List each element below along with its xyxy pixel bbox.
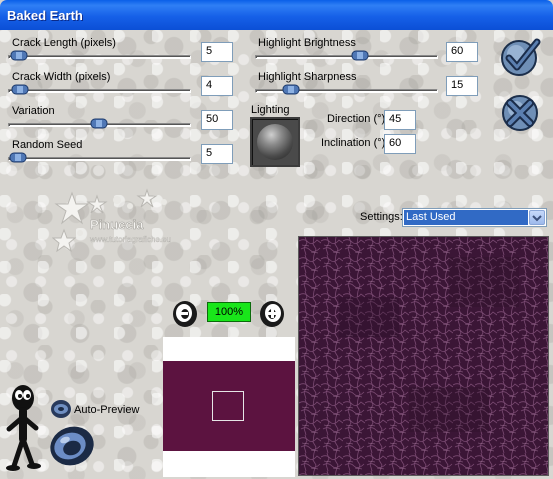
settings-selected-value: Last Used (404, 210, 528, 225)
lighting-sphere[interactable] (257, 124, 293, 160)
random-seed-label: Random Seed (12, 139, 83, 151)
eye-icon[interactable] (48, 424, 96, 468)
random-seed-thumb[interactable] (9, 152, 27, 163)
crack-width-thumb[interactable] (11, 84, 29, 95)
result-preview[interactable] (298, 236, 549, 476)
variation-thumb[interactable] (90, 118, 108, 129)
navigator-viewport[interactable] (212, 391, 244, 421)
crack-width-label: Crack Width (pixels) (12, 71, 111, 83)
help-figure-icon[interactable] (4, 384, 42, 472)
highlight-brightness-slider[interactable] (255, 55, 438, 59)
chevron-down-icon (532, 215, 542, 222)
title-bar: Baked Earth (0, 0, 553, 30)
crack-length-input[interactable]: 5 (201, 42, 233, 62)
watermark-logo: Pinuccia www.tutoriagrafiche.eu (52, 188, 171, 253)
zoom-level: 100% (207, 302, 251, 322)
crack-width-input[interactable]: 4 (201, 76, 233, 96)
crack-length-thumb[interactable] (10, 50, 28, 61)
crack-length-slider[interactable] (8, 55, 191, 59)
checkmark-icon[interactable] (499, 36, 541, 78)
crack-length-label: Crack Length (pixels) (12, 37, 116, 49)
lighting-label: Lighting (251, 104, 290, 116)
window-title: Baked Earth (7, 8, 83, 23)
inclination-label: Inclination (°) (321, 137, 386, 149)
navigator-preview[interactable] (163, 337, 295, 477)
highlight-brightness-input[interactable]: 60 (446, 42, 478, 62)
direction-label: Direction (°) (327, 113, 386, 125)
settings-dropdown[interactable]: Last Used (402, 208, 547, 227)
crack-width-slider[interactable] (8, 89, 191, 93)
crackle-texture (299, 237, 548, 475)
settings-dropdown-button[interactable] (529, 210, 545, 225)
zoom-in-icon[interactable] (258, 299, 286, 329)
auto-preview-label: Auto-Preview (74, 404, 140, 416)
watermark-subtext: www.tutoriagrafiche.eu (89, 235, 171, 244)
highlight-sharpness-input[interactable]: 15 (446, 76, 478, 96)
variation-label: Variation (12, 105, 55, 117)
variation-input[interactable]: 50 (201, 110, 233, 130)
highlight-brightness-label: Highlight Brightness (258, 37, 356, 49)
direction-input[interactable]: 45 (384, 110, 416, 130)
lighting-preview[interactable] (250, 117, 300, 167)
highlight-sharpness-thumb[interactable] (282, 84, 300, 95)
auto-preview-toggle[interactable] (50, 399, 72, 419)
inclination-input[interactable]: 60 (384, 134, 416, 154)
navigator-image (163, 361, 295, 451)
settings-label: Settings: (360, 211, 403, 223)
random-seed-slider[interactable] (8, 157, 191, 161)
highlight-sharpness-label: Highlight Sharpness (258, 71, 357, 83)
random-seed-input[interactable]: 5 (201, 144, 233, 164)
cross-icon[interactable] (499, 92, 541, 134)
highlight-brightness-thumb[interactable] (351, 50, 369, 61)
zoom-out-icon[interactable] (171, 299, 199, 329)
watermark-text: Pinuccia (90, 217, 144, 232)
